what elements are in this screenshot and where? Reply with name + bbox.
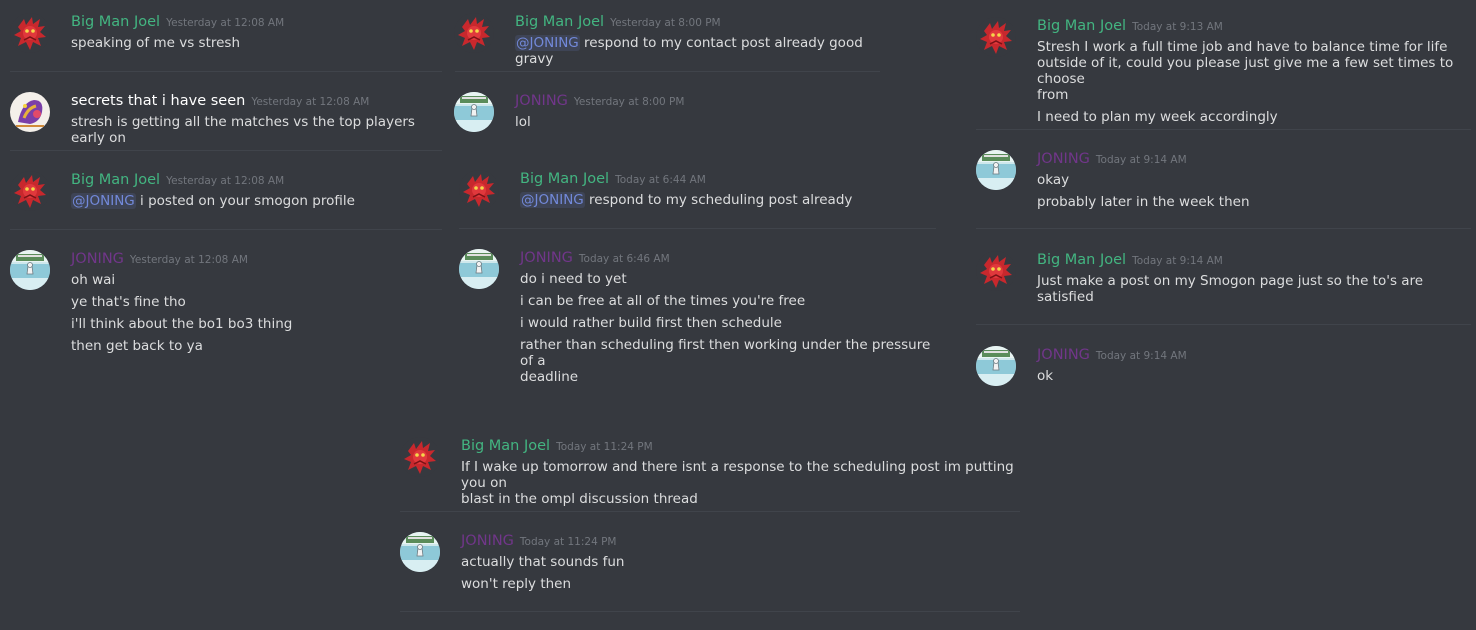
message-text: speaking of me vs stresh <box>71 35 241 51</box>
message-text: blast in the ompl discussion thread <box>461 491 698 507</box>
message-group: JONING Today at 6:46 AM do i need to yet … <box>459 247 939 385</box>
joning-avatar-icon[interactable] <box>454 92 494 132</box>
author-name[interactable]: Big Man Joel <box>461 438 550 454</box>
timestamp: Yesterday at 8:00 PM <box>610 17 721 29</box>
author-name[interactable]: Big Man Joel <box>1037 252 1126 268</box>
red-pokemon-avatar-icon[interactable] <box>10 13 50 53</box>
message-group: JONING Yesterday at 12:08 AM oh wai ye th… <box>10 248 440 360</box>
message-text: ok <box>1037 368 1054 384</box>
timestamp: Today at 9:13 AM <box>1132 21 1223 33</box>
message-text: i can be free at all of the times you're… <box>520 293 806 309</box>
joning-avatar-icon[interactable] <box>976 346 1016 386</box>
joning-avatar-icon[interactable] <box>976 150 1016 190</box>
message-text: from <box>1037 87 1069 103</box>
author-name[interactable]: Big Man Joel <box>515 14 604 30</box>
message-text: stresh is getting all the matches vs the… <box>71 114 415 146</box>
author-name[interactable]: secrets that i have seen <box>71 93 245 109</box>
joning-avatar-icon[interactable] <box>400 532 440 572</box>
message-divider <box>400 511 1020 512</box>
message-text: Stresh I work a full time job and have t… <box>1037 39 1448 55</box>
message-text: won't reply then <box>461 576 572 592</box>
message-text: probably later in the week then <box>1037 194 1250 210</box>
message-divider <box>10 229 442 230</box>
message-group: Big Man Joel Yesterday at 12:08 AM speaki… <box>10 11 440 61</box>
author-name[interactable]: Big Man Joel <box>1037 18 1126 34</box>
author-name[interactable]: Big Man Joel <box>520 171 609 187</box>
message-text: do i need to yet <box>520 271 627 287</box>
timestamp: Today at 9:14 AM <box>1095 154 1187 166</box>
message-text: satisfied <box>1037 289 1094 305</box>
timestamp: Yesterday at 12:08 AM <box>129 254 248 266</box>
message-divider <box>10 150 442 151</box>
message-group: JONING Yesterday at 8:00 PM lol <box>454 90 884 140</box>
message-divider <box>455 71 880 72</box>
author-name[interactable]: Big Man Joel <box>71 14 160 30</box>
red-pokemon-avatar-icon[interactable] <box>976 17 1016 57</box>
author-name[interactable]: JONING <box>71 251 124 267</box>
message-text: outside of it, could you please just giv… <box>1037 55 1454 87</box>
timestamp: Today at 6:44 AM <box>615 174 706 186</box>
message-text: I need to plan my week accordingly <box>1037 109 1278 125</box>
message-text: oh wai <box>71 272 116 288</box>
message-group: Big Man Joel Yesterday at 12:08 AM @JONIN… <box>10 169 440 219</box>
red-pokemon-avatar-icon[interactable] <box>976 251 1016 291</box>
author-name[interactable]: JONING <box>520 250 573 266</box>
timestamp: Today at 6:46 AM <box>578 253 670 265</box>
message-text: okay <box>1037 172 1070 188</box>
user-mention[interactable]: @JONING <box>515 35 580 51</box>
red-pokemon-avatar-icon[interactable] <box>400 437 440 477</box>
joning-avatar-icon[interactable] <box>459 249 499 289</box>
message-text: i'll think about the bo1 bo3 thing <box>71 316 293 332</box>
user-mention[interactable]: @JONING <box>520 192 585 208</box>
message-divider <box>976 324 1471 325</box>
message-divider <box>400 611 1020 612</box>
timestamp: Yesterday at 12:08 AM <box>166 175 285 187</box>
joning-avatar-icon[interactable] <box>10 250 50 290</box>
message-text: deadline <box>520 369 579 385</box>
message-divider <box>976 228 1471 229</box>
red-pokemon-avatar-icon[interactable] <box>454 13 494 53</box>
message-text: lol <box>515 114 531 130</box>
timestamp: Today at 11:24 PM <box>556 441 653 453</box>
author-name[interactable]: JONING <box>515 93 568 109</box>
secrets-avatar-icon[interactable] <box>10 92 50 132</box>
red-pokemon-avatar-icon[interactable] <box>10 171 50 211</box>
message-divider <box>976 129 1471 130</box>
message-text: actually that sounds fun <box>461 554 625 570</box>
message-text: rather than scheduling first then workin… <box>520 337 931 369</box>
message-divider <box>459 228 936 229</box>
message-text: i posted on your smogon profile <box>135 193 355 209</box>
message-text: ye that's fine tho <box>71 294 186 310</box>
red-pokemon-avatar-icon[interactable] <box>459 170 499 210</box>
message-divider <box>10 71 442 72</box>
message-text: then get back to ya <box>71 338 203 354</box>
message-group: JONING Today at 9:14 AM okay probably lat… <box>976 148 1471 218</box>
timestamp: Today at 11:24 PM <box>519 536 617 548</box>
timestamp: Yesterday at 8:00 PM <box>573 96 685 108</box>
message-group: Big Man Joel Today at 9:14 AM Just make a… <box>976 249 1471 309</box>
message-group: JONING Today at 9:14 AM ok <box>976 344 1471 394</box>
author-name[interactable]: JONING <box>1037 151 1090 167</box>
message-group: JONING Today at 11:24 PM actually that so… <box>400 530 1020 600</box>
author-name[interactable]: Big Man Joel <box>71 172 160 188</box>
message-text: i would rather build first then schedule <box>520 315 782 331</box>
message-group: Big Man Joel Today at 11:24 PM If I wake … <box>400 435 1020 507</box>
message-group: Big Man Joel Yesterday at 8:00 PM @JONING… <box>454 11 884 67</box>
timestamp: Today at 9:14 AM <box>1132 255 1223 267</box>
author-name[interactable]: JONING <box>1037 347 1090 363</box>
message-group: secrets that i have seen Yesterday at 12:… <box>10 90 440 146</box>
user-mention[interactable]: @JONING <box>71 193 136 209</box>
timestamp: Today at 9:14 AM <box>1095 350 1187 362</box>
timestamp: Yesterday at 12:08 AM <box>251 96 370 108</box>
author-name[interactable]: JONING <box>461 533 514 549</box>
message-text: Just make a post on my Smogon page just … <box>1037 273 1424 289</box>
message-text: If I wake up tomorrow and there isnt a r… <box>461 459 1014 491</box>
message-group: Big Man Joel Today at 6:44 AM @JONING res… <box>459 168 939 218</box>
message-text: respond to my scheduling post already <box>584 192 853 208</box>
message-group: Big Man Joel Today at 9:13 AM Stresh I wo… <box>976 15 1471 125</box>
timestamp: Yesterday at 12:08 AM <box>166 17 285 29</box>
